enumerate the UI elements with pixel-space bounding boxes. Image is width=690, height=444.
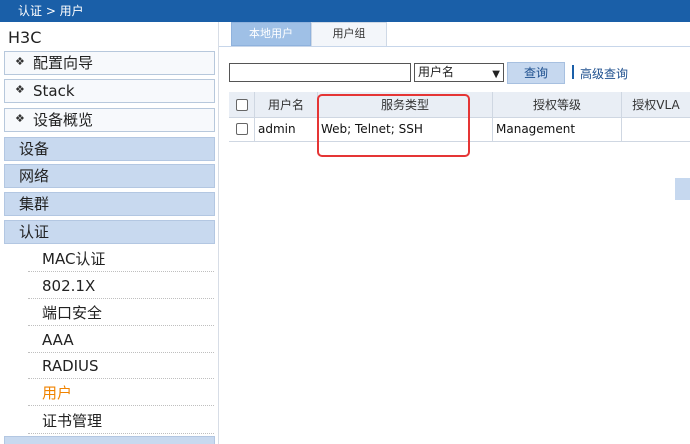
row-checkbox-cell: [229, 118, 255, 142]
nav-device-overview[interactable]: ❖ 设备概览: [4, 108, 215, 132]
nav-label: 设备概览: [33, 111, 94, 129]
col-header-username[interactable]: 用户名: [255, 92, 318, 118]
header-select-all-cell: [229, 92, 255, 118]
diamond-icon: ❖: [15, 55, 25, 68]
nav-section-auth[interactable]: 认证: [4, 220, 215, 244]
nav-section-network[interactable]: 网络: [4, 164, 215, 188]
nav-config-wizard[interactable]: ❖ 配置向导: [4, 51, 215, 75]
sidebar: H3C ❖ 配置向导 ❖ Stack ❖ 设备概览 设备 网络 集群 认证 MA…: [0, 22, 219, 444]
cell-username[interactable]: admin: [255, 118, 318, 142]
diamond-icon: ❖: [15, 112, 25, 125]
chevron-down-icon: ▼: [492, 69, 500, 80]
nav-cert-management[interactable]: 证书管理: [28, 408, 214, 434]
action-button-partial[interactable]: [675, 178, 690, 200]
col-header-auth-vlan[interactable]: 授权VLA: [622, 92, 690, 118]
nav-aaa[interactable]: AAA: [28, 327, 214, 353]
tab-user-group[interactable]: 用户组: [311, 22, 387, 46]
search-input[interactable]: [229, 63, 411, 82]
col-header-auth-level[interactable]: 授权等级: [493, 92, 622, 118]
nav-8021x[interactable]: 802.1X: [28, 273, 214, 299]
cell-auth-level: Management: [493, 118, 622, 142]
brand-logo: H3C: [8, 28, 42, 47]
search-field-value: 用户名: [418, 65, 455, 79]
nav-label: 配置向导: [33, 54, 94, 72]
breadcrumb: 认证 > 用户: [0, 0, 690, 22]
main-panel: 本地用户 用户组 用户名 ▼ 查询 高级查询 用户名 服务类型 授权等级 授权V…: [219, 22, 690, 444]
cell-auth-vlan: [622, 118, 690, 142]
row-checkbox[interactable]: [236, 123, 248, 135]
nav-port-security[interactable]: 端口安全: [28, 300, 214, 326]
nav-label: Stack: [33, 82, 75, 100]
highlight-annotation-box: [317, 94, 470, 157]
nav-section-device[interactable]: 设备: [4, 137, 215, 161]
search-button[interactable]: 查询: [507, 62, 565, 84]
nav-section-cluster[interactable]: 集群: [4, 192, 215, 216]
nav-mac-auth[interactable]: MAC认证: [28, 246, 214, 272]
nav-stack[interactable]: ❖ Stack: [4, 79, 215, 103]
divider: [572, 65, 574, 79]
search-field-select[interactable]: 用户名 ▼: [414, 63, 504, 82]
tab-local-user[interactable]: 本地用户: [231, 22, 311, 46]
diamond-icon: ❖: [15, 83, 25, 96]
select-all-checkbox[interactable]: [236, 99, 248, 111]
advanced-search-link[interactable]: 高级查询: [580, 65, 628, 82]
nav-section-next[interactable]: [4, 436, 215, 444]
nav-radius[interactable]: RADIUS: [28, 353, 214, 379]
tab-bar: 本地用户 用户组: [219, 22, 690, 47]
nav-user[interactable]: 用户: [28, 380, 214, 406]
